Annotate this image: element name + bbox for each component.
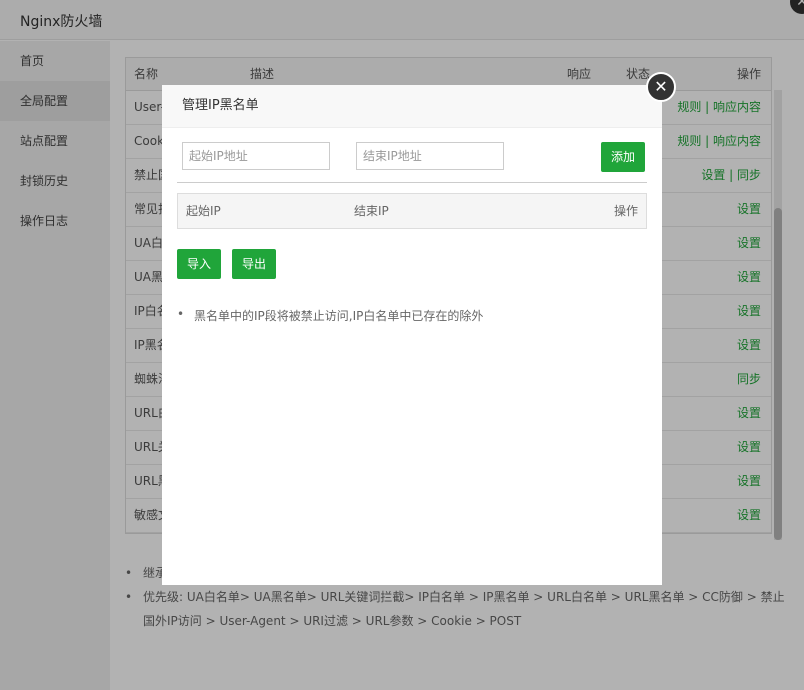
start-ip-input[interactable] xyxy=(182,142,330,170)
divider xyxy=(177,182,647,183)
dialog-note: 黑名单中的IP段将被禁止访问,IP白名单中已存在的除外 xyxy=(177,307,483,324)
ip-blacklist-dialog: 管理IP黑名单 ✕ 添加 起始IP 结束IP 操作 导入 导出 黑名单中的IP段… xyxy=(162,72,676,585)
import-button[interactable]: 导入 xyxy=(177,249,222,279)
col-end-ip: 结束IP xyxy=(354,204,389,218)
dialog-title: 管理IP黑名单 xyxy=(162,85,662,128)
add-button[interactable]: 添加 xyxy=(601,142,646,172)
end-ip-input[interactable] xyxy=(356,142,504,170)
col-start-ip: 起始IP xyxy=(186,204,221,218)
dialog-close-icon[interactable]: ✕ xyxy=(646,72,676,102)
col-operation: 操作 xyxy=(613,204,638,218)
export-button[interactable]: 导出 xyxy=(232,249,277,279)
ip-range-table-header: 起始IP 结束IP 操作 xyxy=(177,193,647,229)
